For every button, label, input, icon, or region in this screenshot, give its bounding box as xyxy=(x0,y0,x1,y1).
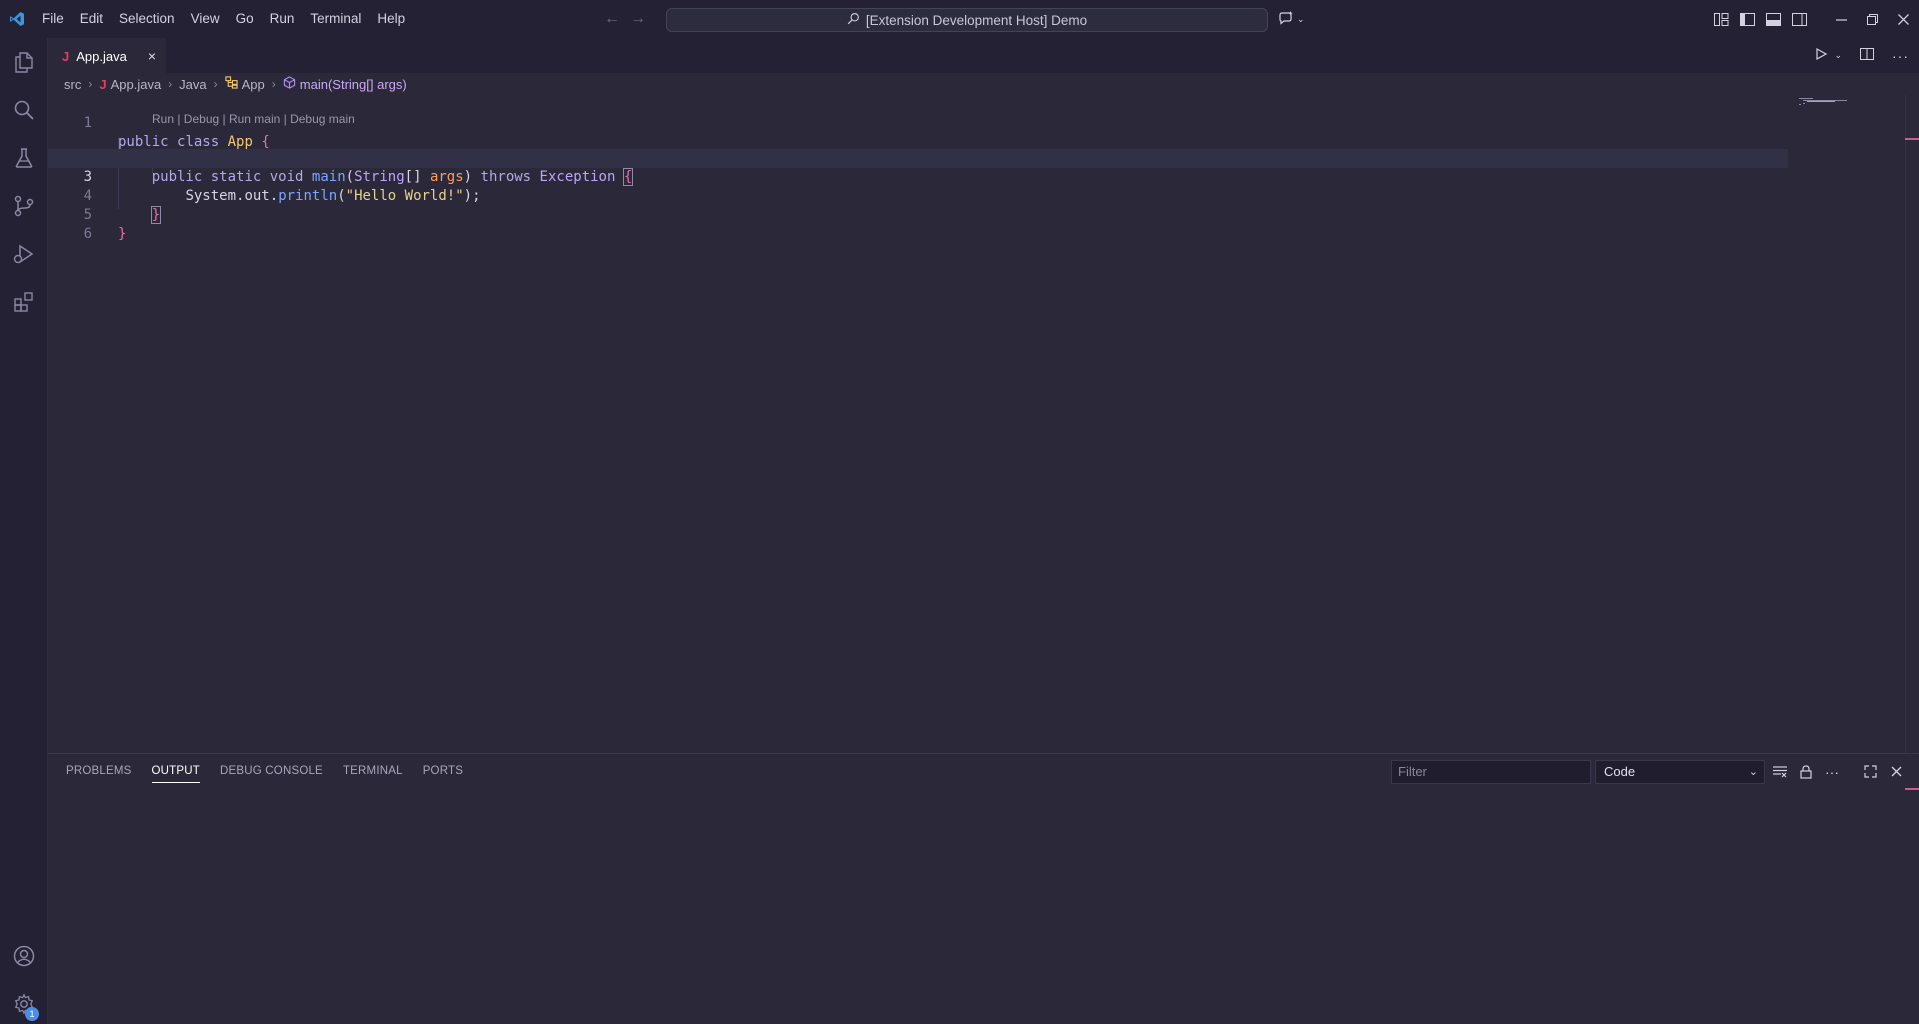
editor-tab-bar: J App.java × ⌄ ··· xyxy=(48,38,1919,73)
code-editor[interactable]: 1 public class App { Run | Debug | Run m… xyxy=(48,95,1919,753)
close-window-icon[interactable] xyxy=(1888,0,1919,38)
scrollbar-marker xyxy=(1905,138,1919,140)
clear-output-icon[interactable] xyxy=(1771,763,1789,781)
menu-help[interactable]: Help xyxy=(369,0,413,38)
source-control-icon[interactable] xyxy=(0,182,48,230)
menu-go[interactable]: Go xyxy=(228,0,262,38)
tab-app-java[interactable]: J App.java × xyxy=(48,38,166,73)
toggle-panel-icon[interactable] xyxy=(1760,0,1786,38)
java-file-icon: J xyxy=(99,76,107,92)
breadcrumb-label: src xyxy=(64,76,82,92)
tab-terminal[interactable]: TERMINAL xyxy=(333,754,413,789)
title-bar: File Edit Selection View Go Run Terminal… xyxy=(0,0,1919,38)
scrollbar-marker xyxy=(1905,788,1919,790)
vscode-logo-icon xyxy=(0,0,34,38)
breadcrumb-label: main(String[] args) xyxy=(299,76,407,92)
run-dropdown-chevron-icon[interactable]: ⌄ xyxy=(1834,50,1842,61)
restore-icon[interactable] xyxy=(1857,0,1888,38)
tab-ports[interactable]: PORTS xyxy=(413,754,473,789)
menu-bar: File Edit Selection View Go Run Terminal… xyxy=(34,0,413,38)
panel-tabs: PROBLEMS OUTPUT DEBUG CONSOLE TERMINAL P… xyxy=(56,754,473,789)
menu-run[interactable]: Run xyxy=(262,0,303,38)
manage-badge: 1 xyxy=(25,1007,39,1021)
line-number: 6 xyxy=(83,226,92,242)
breadcrumb: src › J App.java › Java › App › main(Str… xyxy=(48,73,407,95)
close-tab-icon[interactable]: × xyxy=(144,48,160,64)
customize-layout-icon[interactable] xyxy=(1708,0,1734,38)
code-line-current: 3 System.out.println("Hello World!"); xyxy=(48,149,1788,204)
split-editor-icon[interactable] xyxy=(1860,47,1874,64)
method-symbol-icon xyxy=(283,76,296,92)
toggle-secondary-sidebar-icon[interactable] xyxy=(1786,0,1812,38)
back-arrow-icon[interactable]: ← xyxy=(604,10,620,28)
manage-gear-icon[interactable]: 1 xyxy=(0,980,48,1024)
panel-actions: ··· xyxy=(1771,754,1905,789)
extensions-icon[interactable] xyxy=(0,278,48,326)
breadcrumb-file[interactable]: J App.java xyxy=(99,77,161,92)
toggle-primary-sidebar-icon[interactable] xyxy=(1734,0,1760,38)
tab-label: App.java xyxy=(76,48,127,64)
breadcrumb-label: App xyxy=(241,76,265,92)
code-line: 6 xyxy=(48,206,1788,242)
java-file-icon: J xyxy=(62,48,70,64)
chevron-right-icon: › xyxy=(88,77,93,91)
tab-output[interactable]: OUTPUT xyxy=(142,754,210,789)
output-channel-select[interactable]: Code ⌄ xyxy=(1595,760,1765,784)
search-icon xyxy=(847,12,860,28)
forward-arrow-icon[interactable]: → xyxy=(630,10,646,28)
code-line: 2 public static void main(String[] args)… xyxy=(48,130,1788,186)
lock-icon[interactable] xyxy=(1797,763,1815,781)
command-center[interactable]: [Extension Development Host] Demo xyxy=(666,8,1268,32)
breadcrumb-label: App.java xyxy=(110,76,162,92)
output-channel-label: Code xyxy=(1604,764,1636,779)
copilot-icon xyxy=(1278,10,1294,29)
accounts-icon[interactable] xyxy=(0,932,48,980)
navigation-arrows: ← → xyxy=(604,0,646,38)
code-line: 5 } xyxy=(48,187,1788,242)
chevron-down-icon: ⌄ xyxy=(1297,14,1305,24)
minimize-icon[interactable] xyxy=(1826,0,1857,38)
breadcrumb-java[interactable]: Java xyxy=(179,77,206,92)
command-center-label: [Extension Development Host] Demo xyxy=(865,12,1088,28)
bottom-panel: PROBLEMS OUTPUT DEBUG CONSOLE TERMINAL P… xyxy=(48,753,1919,1024)
more-actions-icon[interactable]: ··· xyxy=(1892,48,1909,64)
breadcrumb-method[interactable]: main(String[] args) xyxy=(283,76,407,92)
minimap[interactable] xyxy=(1799,94,1859,105)
tab-problems[interactable]: PROBLEMS xyxy=(56,754,142,789)
layout-controls xyxy=(1708,0,1919,38)
codelens-actions[interactable]: Run | Debug | Run main | Debug main xyxy=(152,111,355,127)
menu-file[interactable]: File xyxy=(34,0,72,38)
chevron-right-icon: › xyxy=(213,77,218,91)
chevron-right-icon: › xyxy=(168,77,173,91)
code-line: 4 } xyxy=(48,168,1788,224)
run-java-icon[interactable] xyxy=(1814,47,1828,64)
maximize-panel-icon[interactable] xyxy=(1861,763,1879,781)
breadcrumb-label: Java xyxy=(179,76,207,92)
editor-scrollbar[interactable] xyxy=(1905,95,1919,753)
editor-actions: ⌄ ··· xyxy=(1814,38,1909,73)
close-panel-icon[interactable] xyxy=(1887,763,1905,781)
breadcrumb-src[interactable]: src xyxy=(64,77,81,92)
activity-bar: 1 xyxy=(0,38,48,1024)
menu-view[interactable]: View xyxy=(183,0,228,38)
more-actions-icon[interactable]: ··· xyxy=(1823,763,1841,781)
menu-selection[interactable]: Selection xyxy=(111,0,183,38)
tab-debug-console[interactable]: DEBUG CONSOLE xyxy=(210,754,333,789)
menu-edit[interactable]: Edit xyxy=(72,0,111,38)
copilot-menu[interactable]: ⌄ xyxy=(1278,10,1305,29)
testing-icon[interactable] xyxy=(0,134,48,182)
class-symbol-icon xyxy=(225,76,238,92)
search-icon[interactable] xyxy=(0,86,48,134)
chevron-right-icon: › xyxy=(271,77,276,91)
chevron-down-icon: ⌄ xyxy=(1748,766,1758,778)
breadcrumb-class[interactable]: App xyxy=(225,76,265,92)
menu-terminal[interactable]: Terminal xyxy=(302,0,369,38)
run-debug-icon[interactable] xyxy=(0,230,48,278)
explorer-icon[interactable] xyxy=(0,38,48,86)
output-filter-input[interactable]: Filter xyxy=(1391,760,1591,784)
line-content: } xyxy=(118,226,127,242)
